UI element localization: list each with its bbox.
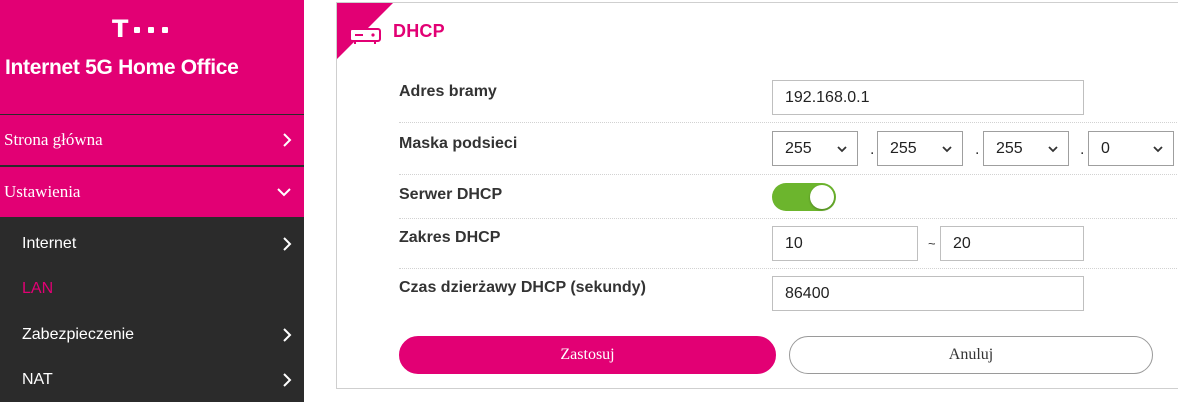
chevron-right-icon xyxy=(283,327,292,342)
dhcp-range-row: Zakres DHCP 10 ~ 20 xyxy=(399,219,1178,269)
dhcp-panel: DHCP Adres bramy 192.168.0.1 Maska podsi… xyxy=(336,2,1178,389)
chevron-right-icon xyxy=(283,372,292,387)
chevron-right-icon xyxy=(283,133,292,147)
logo-dot xyxy=(162,27,168,33)
sidebar-item-security[interactable]: Zabezpieczenie xyxy=(0,312,304,357)
sidebar-item-internet[interactable]: Internet xyxy=(0,221,304,266)
logo-letter: T xyxy=(112,15,129,43)
logo-dot xyxy=(134,27,140,33)
cancel-button[interactable]: Anuluj xyxy=(789,336,1153,374)
octet-separator: . xyxy=(870,141,875,158)
sidebar-item-label: Internet xyxy=(22,234,77,252)
gateway-row: Adres bramy 192.168.0.1 xyxy=(399,73,1178,123)
range-end-input[interactable]: 20 xyxy=(940,226,1084,261)
dhcp-server-row: Serwer DHCP xyxy=(399,175,1178,219)
subnet-octet-2-select[interactable]: 255 xyxy=(877,131,963,166)
sidebar-item-lan[interactable]: LAN xyxy=(0,266,304,311)
chevron-down-icon xyxy=(837,146,847,153)
range-separator: ~ xyxy=(928,236,936,251)
gateway-label: Adres bramy xyxy=(399,83,497,100)
nav-item-label: Strona główna xyxy=(4,130,103,149)
app-root: T Internet 5G Home Office Strona główna … xyxy=(0,0,1178,402)
subnet-octet-4-select[interactable]: 0 xyxy=(1088,131,1174,166)
range-start-input[interactable]: 10 xyxy=(772,226,918,261)
select-value: 255 xyxy=(996,140,1023,157)
sidebar: T Internet 5G Home Office Strona główna … xyxy=(0,0,304,402)
chevron-right-icon xyxy=(283,236,292,251)
gateway-input[interactable]: 192.168.0.1 xyxy=(772,80,1084,115)
dhcp-range-label: Zakres DHCP xyxy=(399,229,501,246)
panel-title: DHCP xyxy=(393,21,445,41)
select-value: 255 xyxy=(785,140,812,157)
logo-dot xyxy=(148,27,154,33)
router-icon xyxy=(349,12,381,44)
lease-time-label: Czas dzierżawy DHCP (sekundy) xyxy=(399,279,646,296)
chevron-down-icon xyxy=(277,188,291,197)
select-value: 255 xyxy=(890,140,917,157)
sidebar-item-label: LAN xyxy=(22,279,54,297)
chevron-down-icon xyxy=(1153,146,1163,153)
apply-button[interactable]: Zastosuj xyxy=(399,336,776,374)
chevron-down-icon xyxy=(1048,146,1058,153)
sidebar-item-nat[interactable]: NAT xyxy=(0,357,304,402)
dhcp-server-label: Serwer DHCP xyxy=(399,186,503,203)
lease-time-input[interactable]: 86400 xyxy=(772,276,1084,311)
octet-separator: . xyxy=(1080,141,1085,158)
chevron-down-icon xyxy=(942,146,952,153)
subnet-octet-1-select[interactable]: 255 xyxy=(772,131,858,166)
dhcp-server-toggle[interactable] xyxy=(772,183,836,211)
brand-title: Internet 5G Home Office xyxy=(5,56,239,79)
brand-header: T Internet 5G Home Office xyxy=(0,0,304,114)
sidebar-item-label: NAT xyxy=(22,370,53,388)
toggle-knob xyxy=(810,185,834,209)
nav-item-label: Ustawienia xyxy=(4,182,81,201)
subnet-label: Maska podsieci xyxy=(399,135,518,152)
lease-time-row: Czas dzierżawy DHCP (sekundy) 86400 xyxy=(399,269,1178,319)
nav-item-home[interactable]: Strona główna xyxy=(0,115,304,165)
telekom-logo: T xyxy=(112,14,172,44)
nav-item-settings[interactable]: Ustawienia xyxy=(0,167,304,217)
select-value: 0 xyxy=(1101,140,1110,157)
subnet-row: Maska podsieci 255 . 255 . 255 . 0 xyxy=(399,123,1178,175)
sidebar-item-label: Zabezpieczenie xyxy=(22,325,135,343)
octet-separator: . xyxy=(975,141,980,158)
subnet-octet-3-select[interactable]: 255 xyxy=(983,131,1069,166)
